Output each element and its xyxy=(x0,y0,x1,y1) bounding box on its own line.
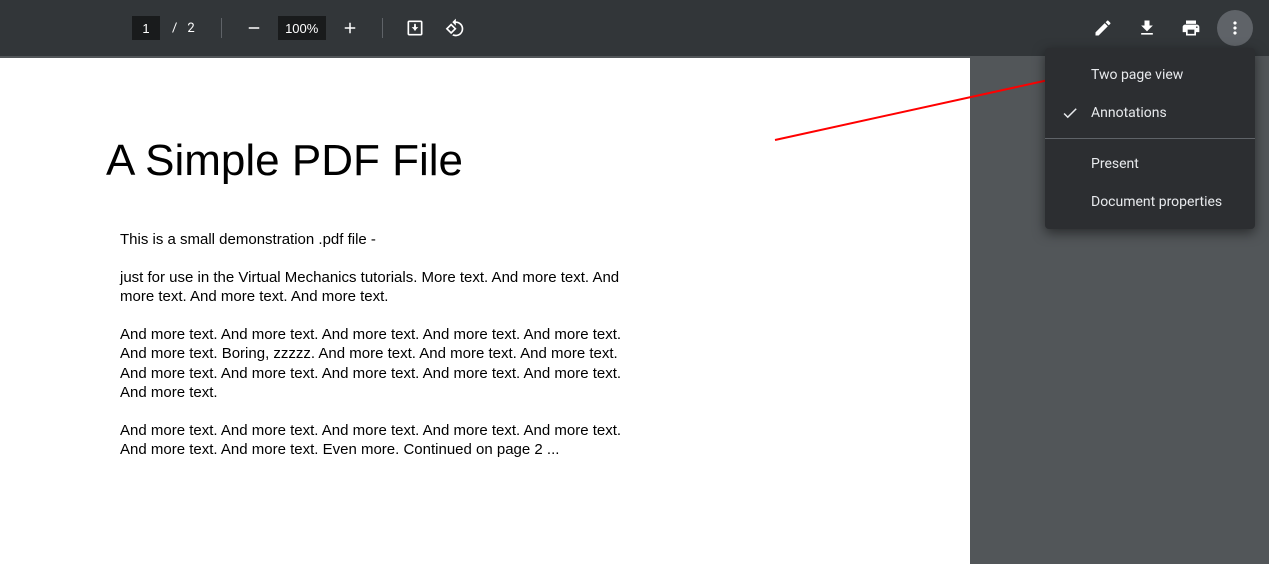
menu-item-label: Present xyxy=(1091,156,1139,172)
toolbar-divider xyxy=(221,18,222,38)
pencil-icon xyxy=(1093,18,1113,38)
menu-item-present[interactable]: Present xyxy=(1045,145,1255,183)
menu-item-annotations[interactable]: Annotations xyxy=(1045,94,1255,132)
page-paragraph: And more text. And more text. And more t… xyxy=(106,421,646,460)
page-number-input[interactable] xyxy=(132,16,160,40)
pdf-page: A Simple PDF File This is a small demons… xyxy=(0,58,970,564)
zoom-level-input[interactable] xyxy=(278,16,326,40)
fit-to-page-button[interactable] xyxy=(397,10,433,46)
page-separator: / xyxy=(172,21,177,36)
check-icon xyxy=(1061,104,1091,122)
toolbar-divider xyxy=(382,18,383,38)
menu-item-document-properties[interactable]: Document properties xyxy=(1045,183,1255,221)
page-paragraph: This is a small demonstration .pdf file … xyxy=(106,230,646,250)
toolbar-right xyxy=(1085,10,1253,46)
print-icon xyxy=(1181,18,1201,38)
fit-page-icon xyxy=(405,18,425,38)
menu-item-label: Document properties xyxy=(1091,194,1222,210)
print-button[interactable] xyxy=(1173,10,1209,46)
menu-item-two-page-view[interactable]: Two page view xyxy=(1045,56,1255,94)
more-vert-icon xyxy=(1225,18,1245,38)
menu-item-label: Annotations xyxy=(1091,105,1167,121)
more-options-button[interactable] xyxy=(1217,10,1253,46)
more-options-menu: Two page view Annotations Present Docume… xyxy=(1045,48,1255,229)
menu-divider xyxy=(1045,138,1255,139)
toolbar-left: / 2 xyxy=(132,10,473,46)
plus-icon xyxy=(341,19,359,37)
page-paragraph: And more text. And more text. And more t… xyxy=(106,325,646,403)
edit-button[interactable] xyxy=(1085,10,1121,46)
rotate-icon xyxy=(445,18,465,38)
zoom-in-button[interactable] xyxy=(332,10,368,46)
menu-item-label: Two page view xyxy=(1091,67,1183,83)
rotate-button[interactable] xyxy=(437,10,473,46)
page-title: A Simple PDF File xyxy=(106,136,864,186)
page-total: 2 xyxy=(187,21,194,36)
page-paragraph: just for use in the Virtual Mechanics tu… xyxy=(106,268,646,307)
download-button[interactable] xyxy=(1129,10,1165,46)
download-icon xyxy=(1137,18,1157,38)
zoom-out-button[interactable] xyxy=(236,10,272,46)
minus-icon xyxy=(245,19,263,37)
